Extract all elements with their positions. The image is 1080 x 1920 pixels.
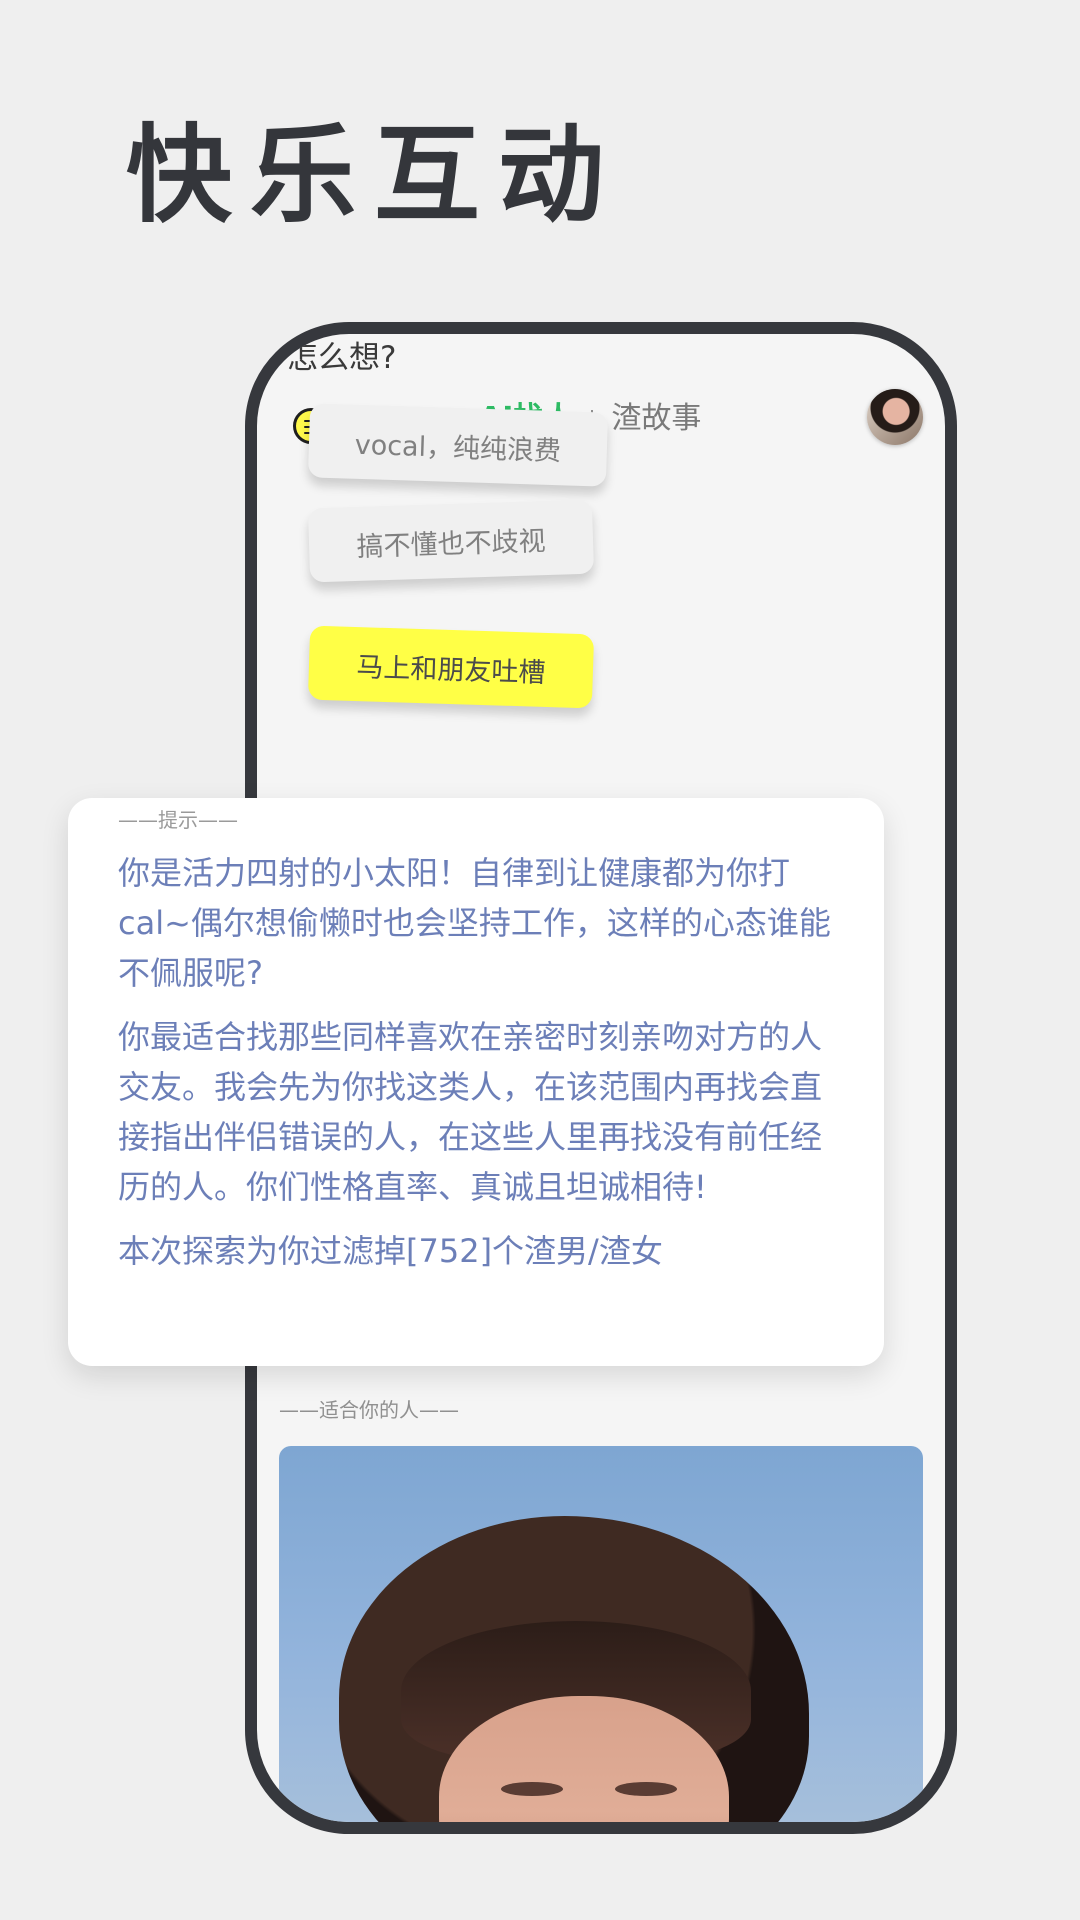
choice-option-1[interactable]: vocal，纯纯浪费 — [307, 403, 609, 487]
tip-card: ——提示—— 你是活力四射的小太阳！自律到让健康都为你打cal~偶尔想偷懒时也会… — [68, 798, 884, 1366]
photo-eye-right — [615, 1782, 677, 1796]
page-title: 快乐互动 — [126, 114, 622, 237]
match-photo[interactable] — [279, 1446, 923, 1822]
match-section-label: ——适合你的人—— — [279, 1398, 459, 1422]
tip-label: ——提示—— — [118, 808, 238, 832]
avatar[interactable] — [867, 389, 923, 445]
photo-eye-left — [501, 1782, 563, 1796]
tip-paragraph-2: 你最适合找那些同样喜欢在亲密时刻亲吻对方的人交友。我会先为你找这类人，在该范围内… — [118, 1018, 823, 1206]
tip-paragraph-1: 你是活力四射的小太阳！自律到让健康都为你打cal~偶尔想偷懒时也会坚持工作，这样… — [118, 854, 831, 992]
choice-option-2[interactable]: 搞不懂也不歧视 — [307, 499, 595, 583]
choice-option-3[interactable]: 马上和朋友吐槽 — [307, 625, 595, 709]
tab-scum-stories[interactable]: 渣故事 — [611, 401, 701, 437]
tip-result-summary: 本次探索为你过滤掉[752]个渣男/渣女 — [118, 1232, 663, 1270]
question-snippet: 怎么想? — [287, 340, 397, 376]
